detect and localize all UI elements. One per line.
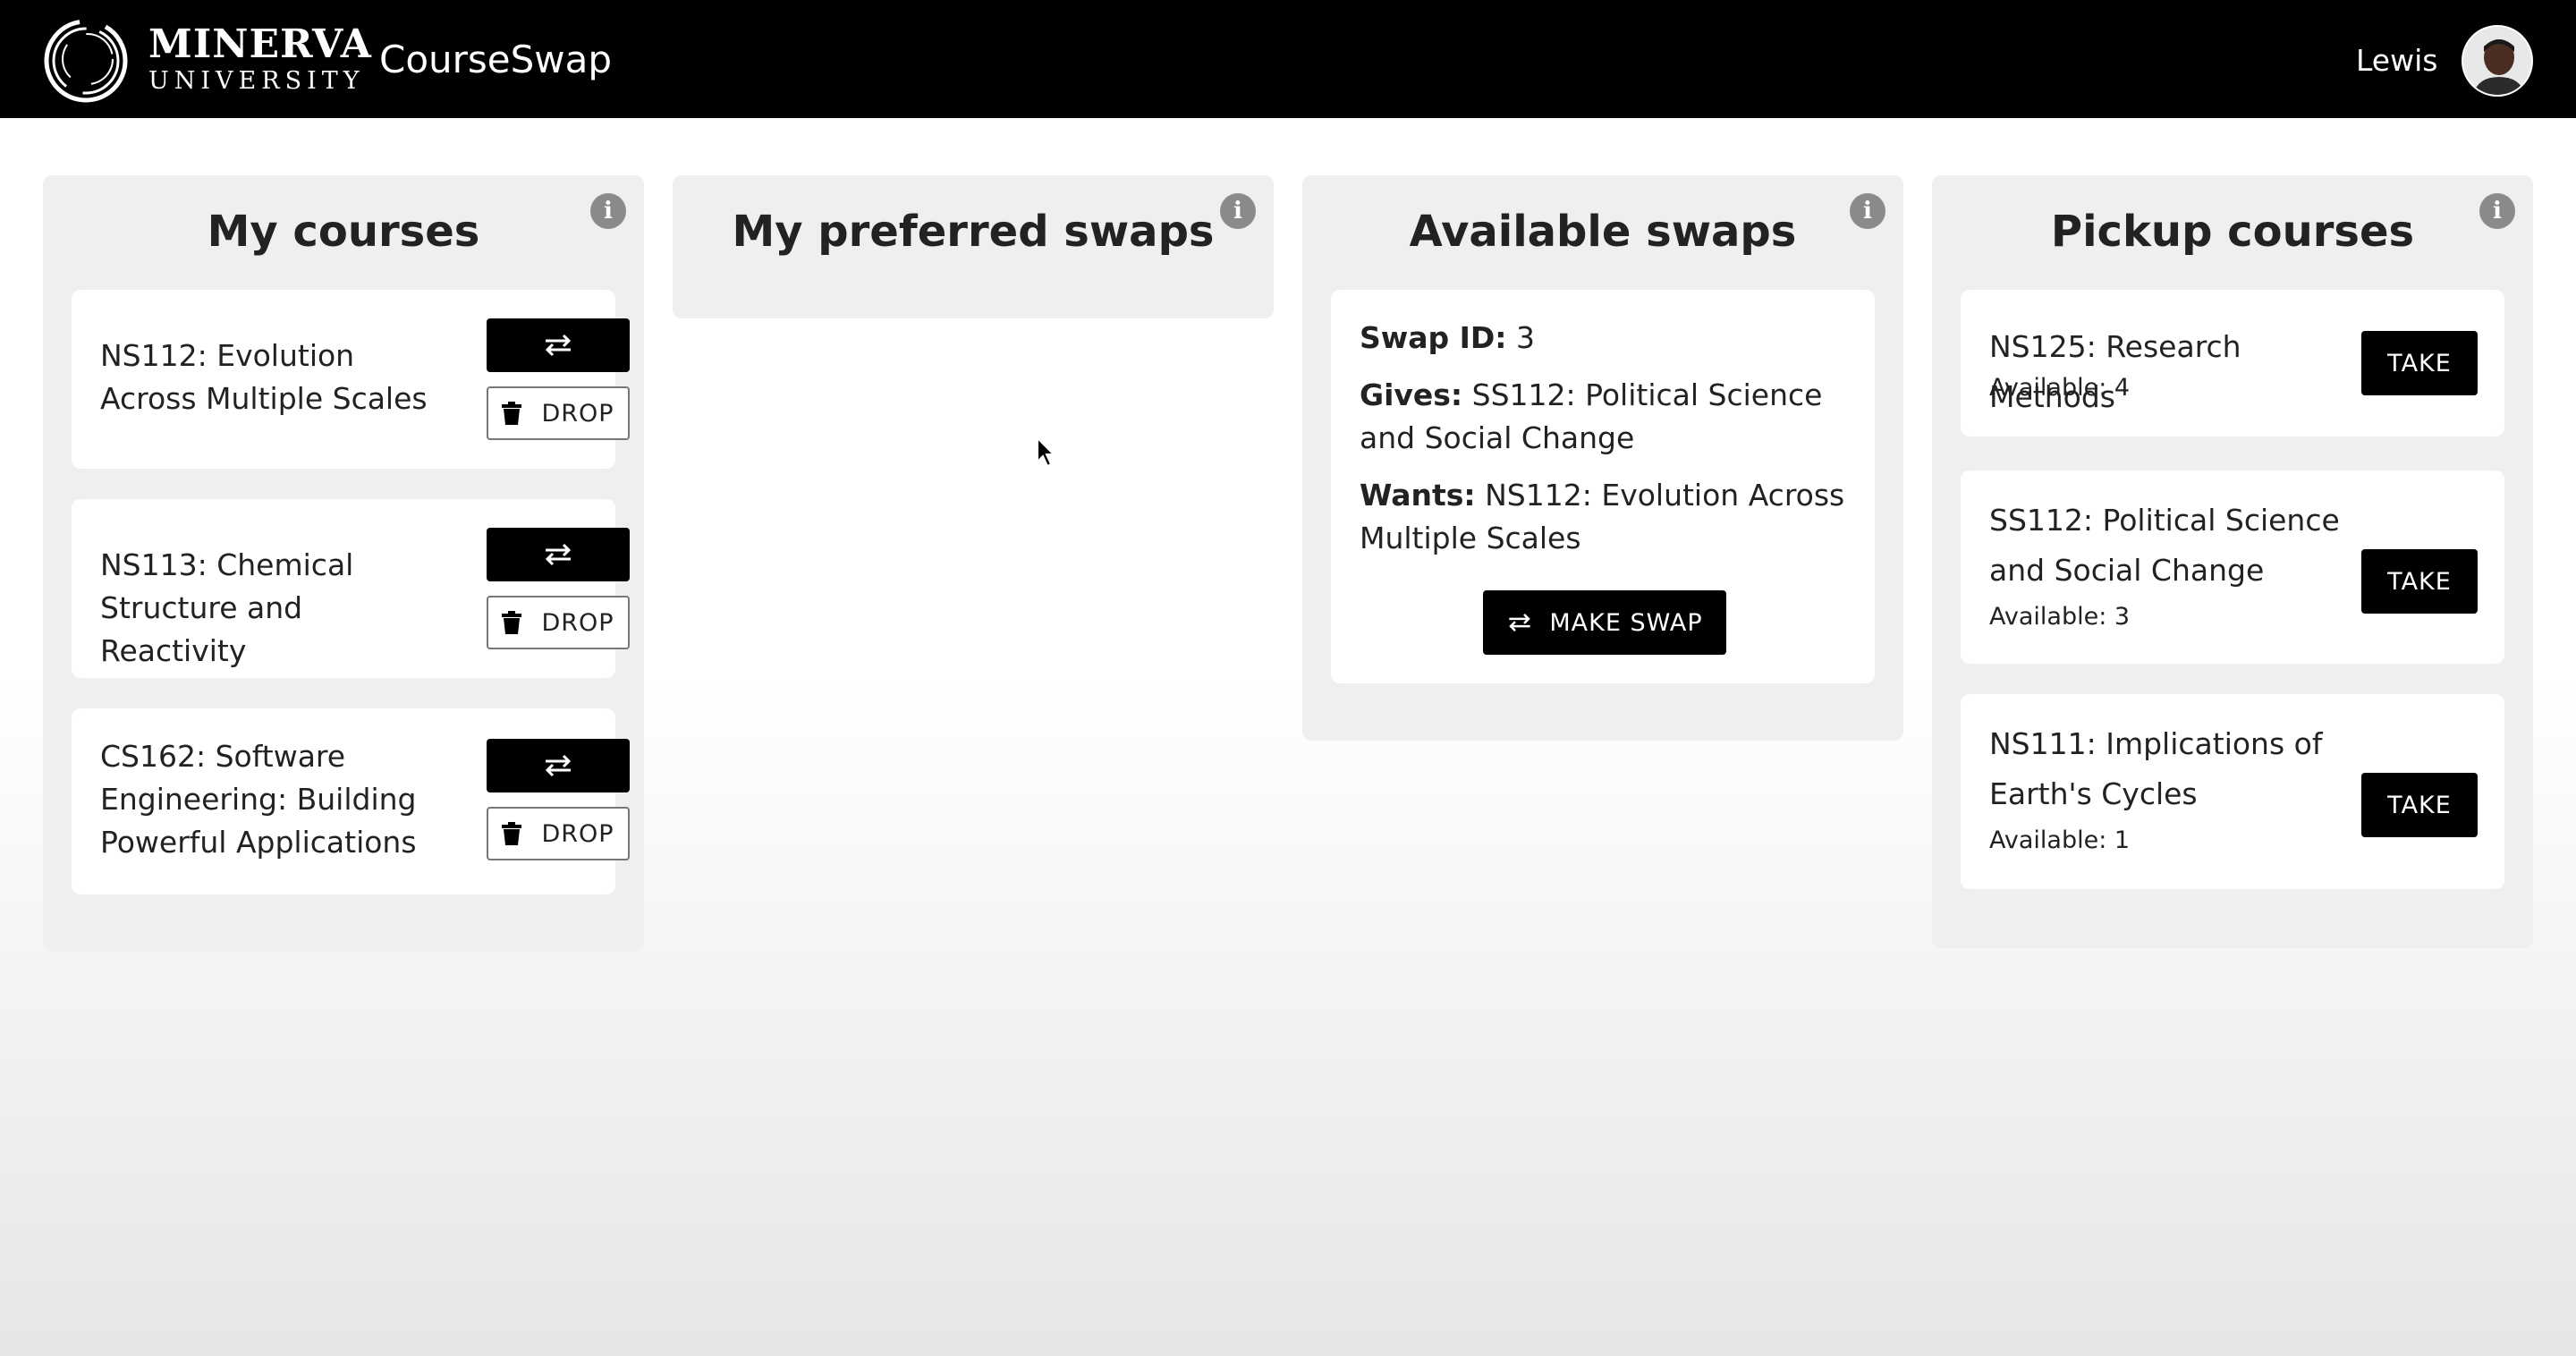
- swap-gives-label: Gives:: [1360, 377, 1463, 412]
- course-card: NS112: Evolution Across Multiple Scales …: [72, 290, 630, 469]
- trash-icon: [502, 822, 522, 845]
- availability-text: Available: 4: [1989, 374, 2131, 402]
- university-logo-text: MINERVA UNIVERSITY: [148, 23, 372, 97]
- drop-button[interactable]: DROP: [487, 596, 630, 649]
- swap-arrows-icon: [545, 334, 572, 357]
- course-name: CS162: Software Engineering: Building Po…: [100, 739, 417, 860]
- course-card: CS162: Software Engineering: Building Po…: [72, 708, 630, 894]
- info-icon[interactable]: i: [1220, 193, 1256, 229]
- avatar-image: [2463, 27, 2531, 95]
- course-name: NS113: Chemical Structure and Reactivity: [100, 547, 354, 668]
- drop-button[interactable]: DROP: [487, 807, 630, 860]
- pickup-course-card: NS125: Research Methods Available: 4 TAK…: [1961, 290, 2504, 436]
- preferred-swaps-panel: My preferred swaps i: [673, 175, 1274, 318]
- drop-label: DROP: [541, 819, 614, 848]
- info-icon[interactable]: i: [590, 193, 626, 229]
- logo-line-university: UNIVERSITY: [148, 67, 365, 95]
- logo-line-minerva: MINERVA: [148, 21, 372, 67]
- swap-gives-line: Gives: SS112: Political Science and Soci…: [1360, 374, 1860, 460]
- drop-label: DROP: [541, 608, 614, 637]
- info-icon[interactable]: i: [1850, 193, 1885, 229]
- swap-arrows-icon: [545, 754, 572, 777]
- swap-arrows-icon: [1509, 613, 1531, 632]
- available-swaps-title: Available swaps: [1409, 207, 1797, 257]
- course-name: NS112: Evolution Across Multiple Scales: [100, 338, 428, 416]
- pickup-course-name: SS112: Political Science and Social Chan…: [1989, 503, 2340, 588]
- app-title[interactable]: CourseSwap: [379, 36, 612, 84]
- swap-id-line: Swap ID: 3: [1360, 317, 1860, 360]
- pickup-course-name: NS111: Implications of Earth's Cycles: [1989, 726, 2323, 811]
- make-swap-button[interactable]: MAKE SWAP: [1483, 590, 1726, 655]
- pickup-courses-panel: Pickup courses i NS125: Research Methods…: [1932, 175, 2533, 948]
- availability-text: Available: 3: [1989, 603, 2131, 631]
- avatar[interactable]: [2462, 25, 2533, 97]
- trash-icon: [502, 402, 522, 425]
- my-courses-title: My courses: [207, 207, 480, 257]
- drop-button[interactable]: DROP: [487, 386, 630, 440]
- info-icon[interactable]: i: [2479, 193, 2515, 229]
- take-button[interactable]: TAKE: [2361, 549, 2478, 614]
- swap-wants-label: Wants:: [1360, 478, 1476, 513]
- swap-button[interactable]: [487, 528, 630, 581]
- available-swaps-panel: Available swaps i Swap ID: 3 Gives: SS11…: [1302, 175, 1903, 741]
- trash-icon: [502, 611, 522, 634]
- swap-button[interactable]: [487, 318, 630, 372]
- make-swap-label: MAKE SWAP: [1549, 608, 1703, 637]
- take-button[interactable]: TAKE: [2361, 331, 2478, 395]
- minerva-logo-icon: [44, 19, 128, 103]
- availability-text: Available: 1: [1989, 826, 2131, 854]
- take-button[interactable]: TAKE: [2361, 773, 2478, 837]
- swap-id-value: 3: [1516, 320, 1536, 355]
- drop-label: DROP: [541, 399, 614, 428]
- mouse-pointer-icon: [1037, 436, 1056, 468]
- pickup-course-card: SS112: Political Science and Social Chan…: [1961, 470, 2504, 664]
- course-card: NS113: Chemical Structure and Reactivity…: [72, 499, 630, 678]
- swap-id-label: Swap ID:: [1360, 320, 1507, 355]
- my-courses-panel: My courses i NS112: Evolution Across Mul…: [43, 175, 644, 952]
- swap-button[interactable]: [487, 739, 630, 792]
- pickup-course-card: NS111: Implications of Earth's Cycles Av…: [1961, 694, 2504, 889]
- swap-wants-line: Wants: NS112: Evolution Across Multiple …: [1360, 474, 1860, 560]
- preferred-swaps-title: My preferred swaps: [732, 207, 1215, 257]
- user-name[interactable]: Lewis: [2356, 41, 2437, 81]
- swap-arrows-icon: [545, 543, 572, 566]
- swap-card: Swap ID: 3 Gives: SS112: Political Scien…: [1331, 290, 1875, 683]
- top-navbar: MINERVA UNIVERSITY CourseSwap Lewis: [0, 0, 2576, 118]
- pickup-courses-title: Pickup courses: [2050, 207, 2415, 257]
